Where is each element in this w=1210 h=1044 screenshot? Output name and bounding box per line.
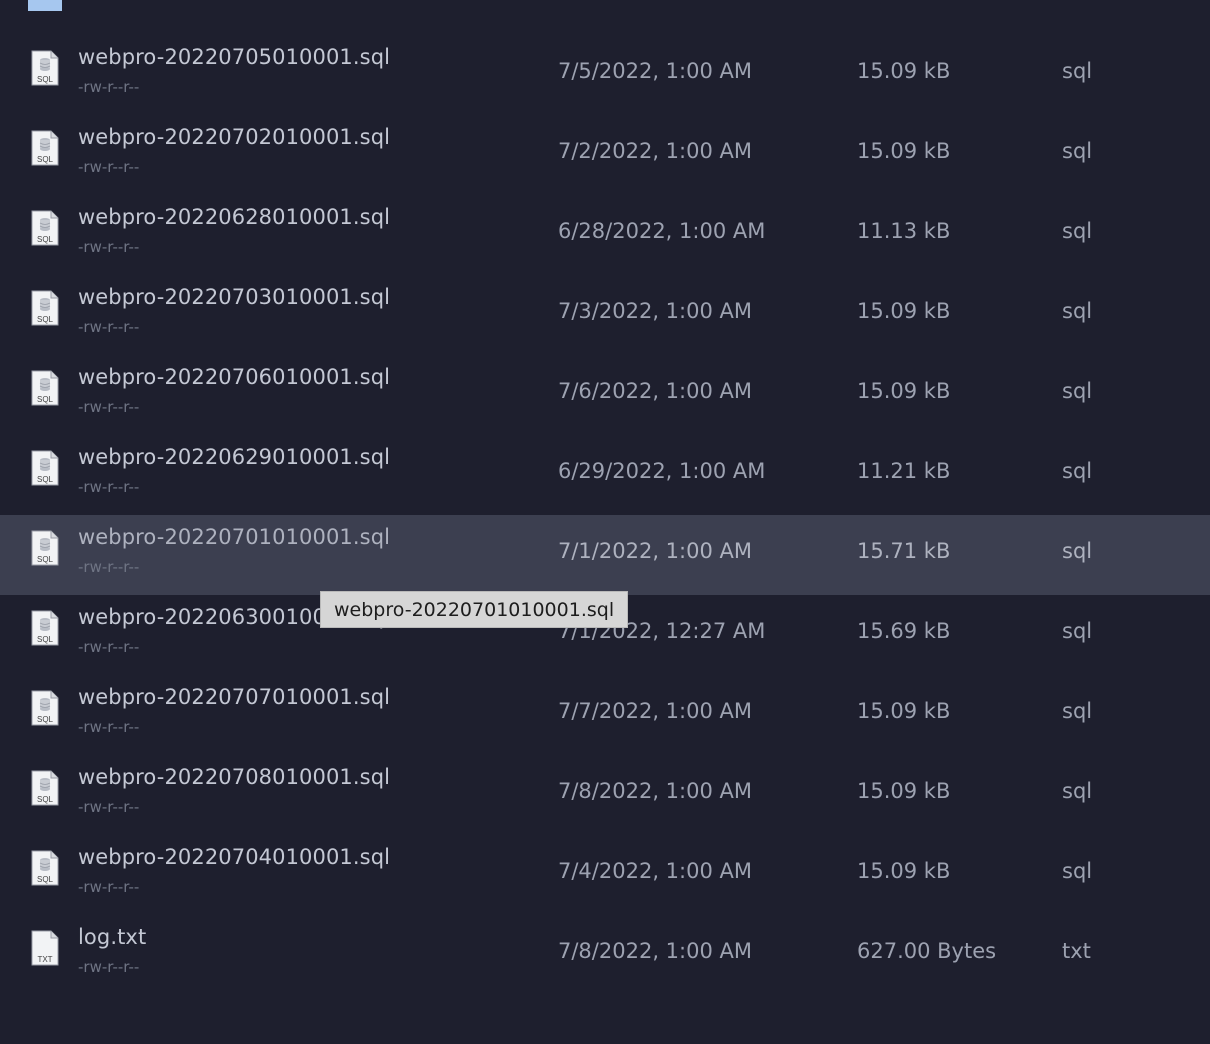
filename-tooltip: webpro-20220701010001.sql xyxy=(320,591,629,628)
file-kind: sql xyxy=(1062,59,1093,83)
svg-text:SQL: SQL xyxy=(37,75,54,84)
file-modified-date: 7/8/2022, 1:00 AM xyxy=(558,779,752,803)
svg-text:SQL: SQL xyxy=(37,155,54,164)
file-kind: sql xyxy=(1062,219,1093,243)
sql-file-icon: SQL xyxy=(31,50,59,86)
file-name: webpro-20220705010001.sql xyxy=(78,45,391,69)
sql-file-icon: SQL xyxy=(31,610,59,646)
file-size: 15.09 kB xyxy=(857,859,951,883)
file-modified-date: 7/1/2022, 1:00 AM xyxy=(558,539,752,563)
file-name: webpro-20220628010001.sql xyxy=(78,205,391,229)
file-size: 15.09 kB xyxy=(857,779,951,803)
parent-folder-row[interactable]: .. xyxy=(0,0,1210,12)
file-permissions: -rw-r--r-- xyxy=(78,238,140,256)
file-modified-date: 6/29/2022, 1:00 AM xyxy=(558,459,766,483)
sql-file-icon: SQL xyxy=(31,290,59,326)
svg-text:SQL: SQL xyxy=(37,555,54,564)
file-modified-date: 7/5/2022, 1:00 AM xyxy=(558,59,752,83)
file-name: webpro-20220708010001.sql xyxy=(78,765,391,789)
file-permissions: -rw-r--r-- xyxy=(78,318,140,336)
file-size: 15.09 kB xyxy=(857,379,951,403)
file-name: webpro-20220629010001.sql xyxy=(78,445,391,469)
file-name: log.txt xyxy=(78,925,147,949)
file-size: 15.09 kB xyxy=(857,299,951,323)
file-permissions: -rw-r--r-- xyxy=(78,798,140,816)
file-permissions: -rw-r--r-- xyxy=(78,718,140,736)
file-row[interactable]: SQL webpro-20220702010001.sql -rw-r--r-- 7/… xyxy=(0,115,1210,195)
file-modified-date: 7/7/2022, 1:00 AM xyxy=(558,699,752,723)
parent-folder-label: .. xyxy=(78,0,91,4)
file-modified-date: 6/28/2022, 1:00 AM xyxy=(558,219,766,243)
file-permissions: -rw-r--r-- xyxy=(78,638,140,656)
file-kind: sql xyxy=(1062,779,1093,803)
file-size: 11.13 kB xyxy=(857,219,951,243)
file-kind: sql xyxy=(1062,459,1093,483)
svg-text:SQL: SQL xyxy=(37,875,54,884)
file-size: 15.09 kB xyxy=(857,59,951,83)
sql-file-icon: SQL xyxy=(31,370,59,406)
file-permissions: -rw-r--r-- xyxy=(78,878,140,896)
file-name: webpro-20220703010001.sql xyxy=(78,285,391,309)
file-modified-date: 7/8/2022, 1:00 AM xyxy=(558,939,752,963)
file-kind: sql xyxy=(1062,379,1093,403)
file-permissions: -rw-r--r-- xyxy=(78,958,140,976)
file-kind: sql xyxy=(1062,299,1093,323)
folder-icon xyxy=(28,0,62,11)
file-row[interactable]: SQL webpro-20220703010001.sql -rw-r--r-- 7/… xyxy=(0,275,1210,355)
file-modified-date: 7/3/2022, 1:00 AM xyxy=(558,299,752,323)
file-permissions: -rw-r--r-- xyxy=(78,398,140,416)
file-row[interactable]: SQL webpro-20220628010001.sql -rw-r--r-- 6/… xyxy=(0,195,1210,275)
svg-text:SQL: SQL xyxy=(37,715,54,724)
file-size: 15.69 kB xyxy=(857,619,951,643)
svg-text:SQL: SQL xyxy=(37,395,54,404)
file-kind: sql xyxy=(1062,619,1093,643)
file-modified-date: 7/4/2022, 1:00 AM xyxy=(558,859,752,883)
file-row[interactable]: SQL webpro-20220704010001.sql -rw-r--r-- 7/… xyxy=(0,835,1210,915)
file-row[interactable]: SQL webpro-20220705010001.sql -rw-r--r-- 7/… xyxy=(0,35,1210,115)
file-kind: sql xyxy=(1062,859,1093,883)
file-size: 11.21 kB xyxy=(857,459,951,483)
sql-file-icon: SQL xyxy=(31,130,59,166)
file-kind: sql xyxy=(1062,699,1093,723)
file-row[interactable]: TXT log.txt -rw-r--r-- 7/8/2022, 1:00 AM 627… xyxy=(0,915,1210,995)
svg-text:SQL: SQL xyxy=(37,315,54,324)
sql-file-icon: SQL xyxy=(31,850,59,886)
file-name: webpro-20220704010001.sql xyxy=(78,845,391,869)
sql-file-icon: SQL xyxy=(31,770,59,806)
file-size: 627.00 Bytes xyxy=(857,939,997,963)
file-row[interactable]: SQL webpro-20220708010001.sql -rw-r--r-- 7/… xyxy=(0,755,1210,835)
file-size: 15.09 kB xyxy=(857,699,951,723)
file-row[interactable]: SQL webpro-20220706010001.sql -rw-r--r-- 7/… xyxy=(0,355,1210,435)
sql-file-icon: SQL xyxy=(31,690,59,726)
svg-text:SQL: SQL xyxy=(37,795,54,804)
sql-file-icon: SQL xyxy=(31,530,59,566)
file-name: webpro-20220706010001.sql xyxy=(78,365,391,389)
txt-file-icon: TXT xyxy=(31,930,59,966)
file-name: webpro-20220701010001.sql xyxy=(78,525,391,549)
file-list: .. SQL webpro-20220705010001.sql -rw-r--r-… xyxy=(0,0,1210,1044)
file-permissions: -rw-r--r-- xyxy=(78,478,140,496)
file-row[interactable]: SQL webpro-20220701010001.sql -rw-r--r-- 7/… xyxy=(0,515,1210,595)
file-name: webpro-20220702010001.sql xyxy=(78,125,391,149)
file-name: webpro-20220707010001.sql xyxy=(78,685,391,709)
file-row[interactable]: SQL webpro-20220629010001.sql -rw-r--r-- 6/… xyxy=(0,435,1210,515)
file-modified-date: 7/6/2022, 1:00 AM xyxy=(558,379,752,403)
file-permissions: -rw-r--r-- xyxy=(78,558,140,576)
file-kind: txt xyxy=(1062,939,1091,963)
file-kind: sql xyxy=(1062,539,1093,563)
svg-text:SQL: SQL xyxy=(37,475,54,484)
file-modified-date: 7/2/2022, 1:00 AM xyxy=(558,139,752,163)
svg-text:SQL: SQL xyxy=(37,635,54,644)
sql-file-icon: SQL xyxy=(31,210,59,246)
sql-file-icon: SQL xyxy=(31,450,59,486)
file-size: 15.71 kB xyxy=(857,539,951,563)
svg-text:TXT: TXT xyxy=(37,955,52,964)
file-size: 15.09 kB xyxy=(857,139,951,163)
file-kind: sql xyxy=(1062,139,1093,163)
file-permissions: -rw-r--r-- xyxy=(78,158,140,176)
svg-text:SQL: SQL xyxy=(37,235,54,244)
file-permissions: -rw-r--r-- xyxy=(78,78,140,96)
file-row[interactable]: SQL webpro-20220707010001.sql -rw-r--r-- 7/… xyxy=(0,675,1210,755)
